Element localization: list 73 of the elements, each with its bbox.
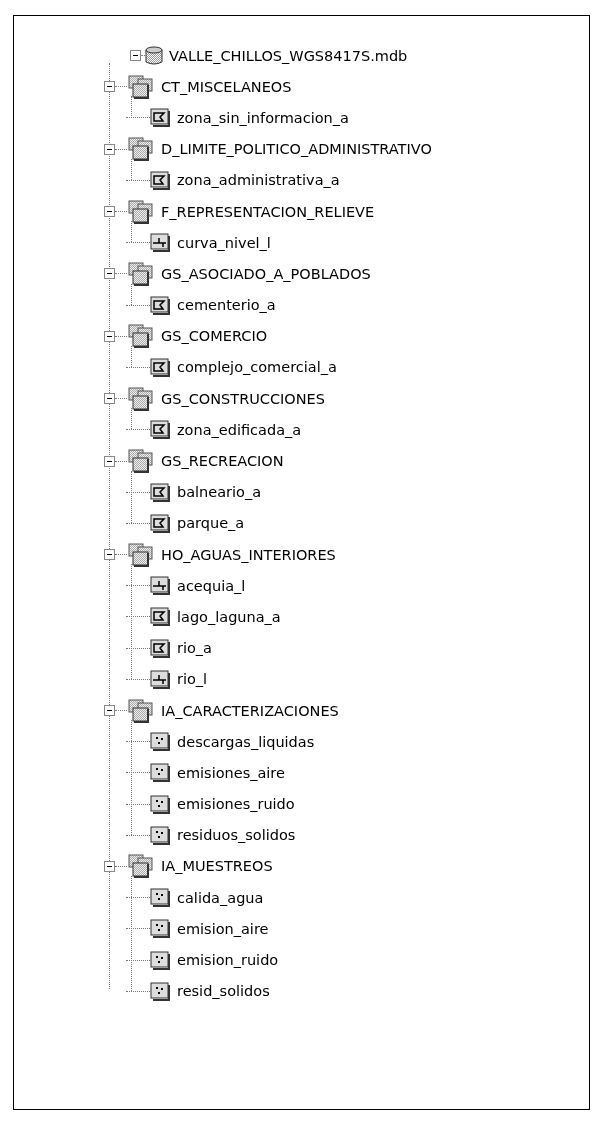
tree-item[interactable]: VALLE_CHILLOS_WGS8417S.mdb <box>163 47 408 64</box>
feature-dataset-icon <box>127 324 155 349</box>
tree-item[interactable]: emision_ruido <box>171 952 279 969</box>
tree-item[interactable]: zona_edificada_a <box>171 421 302 438</box>
collapse-icon[interactable] <box>104 393 115 405</box>
polygon-layer-icon <box>150 357 171 377</box>
feature-dataset-icon <box>127 74 155 99</box>
polygon-layer-icon <box>150 607 171 627</box>
polygon-layer-icon <box>150 170 171 190</box>
feature-dataset-icon <box>127 854 155 879</box>
line-layer-icon <box>150 576 171 596</box>
tree-item[interactable]: parque_a <box>171 515 245 532</box>
feature-dataset-icon <box>127 199 155 224</box>
point-layer-icon <box>150 825 171 845</box>
tree-item[interactable]: zona_administrativa_a <box>171 172 340 189</box>
tree-item[interactable]: IA_MUESTREOS <box>155 858 273 875</box>
tree-item[interactable]: emision_aire <box>171 920 269 937</box>
feature-dataset-icon <box>127 449 155 474</box>
feature-dataset-icon <box>127 386 155 411</box>
tree-item[interactable]: D_LIMITE_POLITICO_ADMINISTRATIVO <box>155 141 432 158</box>
collapse-icon[interactable] <box>130 50 141 62</box>
tree-item[interactable]: descargas_liquidas <box>171 733 315 750</box>
tree-item[interactable]: resid_solidos <box>171 983 270 1000</box>
line-layer-icon <box>150 669 171 689</box>
tree-item[interactable]: residuos_solidos <box>171 827 296 844</box>
tree-item[interactable]: GS_RECREACION <box>155 453 284 470</box>
line-layer-icon <box>150 233 171 253</box>
feature-dataset-icon <box>127 698 155 723</box>
point-layer-icon <box>150 794 171 814</box>
collapse-icon[interactable] <box>104 455 115 467</box>
point-layer-icon <box>150 981 171 1001</box>
tree-item[interactable]: rio_l <box>171 671 208 688</box>
point-layer-icon <box>150 919 171 939</box>
point-layer-icon <box>150 888 171 908</box>
feature-dataset-icon <box>127 137 155 162</box>
tree-item[interactable]: F_REPRESENTACION_RELIEVE <box>155 203 375 220</box>
tree-item[interactable]: emisiones_ruido <box>171 796 295 813</box>
polygon-layer-icon <box>150 295 171 315</box>
tree-item[interactable]: cementerio_a <box>171 297 276 314</box>
collapse-icon[interactable] <box>104 705 115 717</box>
collapse-icon[interactable] <box>104 268 115 280</box>
tree-item[interactable]: acequia_l <box>171 577 246 594</box>
tree-item[interactable]: balneario_a <box>171 484 262 501</box>
database-icon <box>145 45 163 66</box>
polygon-layer-icon <box>150 638 171 658</box>
point-layer-icon <box>150 763 171 783</box>
point-layer-icon <box>150 950 171 970</box>
tree-item[interactable]: CT_MISCELANEOS <box>155 78 292 95</box>
tree-item[interactable]: HO_AGUAS_INTERIORES <box>155 546 336 563</box>
collapse-icon[interactable] <box>104 206 115 218</box>
polygon-layer-icon <box>150 108 171 128</box>
tree-item[interactable]: GS_ASOCIADO_A_POBLADOS <box>155 265 371 282</box>
tree-item[interactable]: lago_laguna_a <box>171 608 281 625</box>
tree-item[interactable]: GS_COMERCIO <box>155 328 268 345</box>
tree-item[interactable]: emisiones_aire <box>171 764 285 781</box>
feature-dataset-icon <box>127 542 155 567</box>
tree-item[interactable]: zona_sin_informacion_a <box>171 109 349 126</box>
polygon-layer-icon <box>150 513 171 533</box>
feature-dataset-icon <box>127 261 155 286</box>
tree-item[interactable]: curva_nivel_l <box>171 234 271 251</box>
tree-item[interactable]: calida_agua <box>171 889 264 906</box>
polygon-layer-icon <box>150 482 171 502</box>
point-layer-icon <box>150 732 171 752</box>
tree-item[interactable]: IA_CARACTERIZACIONES <box>155 702 339 719</box>
collapse-icon[interactable] <box>104 549 115 561</box>
tree-item[interactable]: complejo_comercial_a <box>171 359 337 376</box>
collapse-icon[interactable] <box>104 143 115 155</box>
tree-item[interactable]: GS_CONSTRUCCIONES <box>155 390 325 407</box>
polygon-layer-icon <box>150 420 171 440</box>
collapse-icon[interactable] <box>104 81 115 93</box>
tree-item[interactable]: rio_a <box>171 640 212 657</box>
collapse-icon[interactable] <box>104 860 115 872</box>
collapse-icon[interactable] <box>104 330 115 342</box>
